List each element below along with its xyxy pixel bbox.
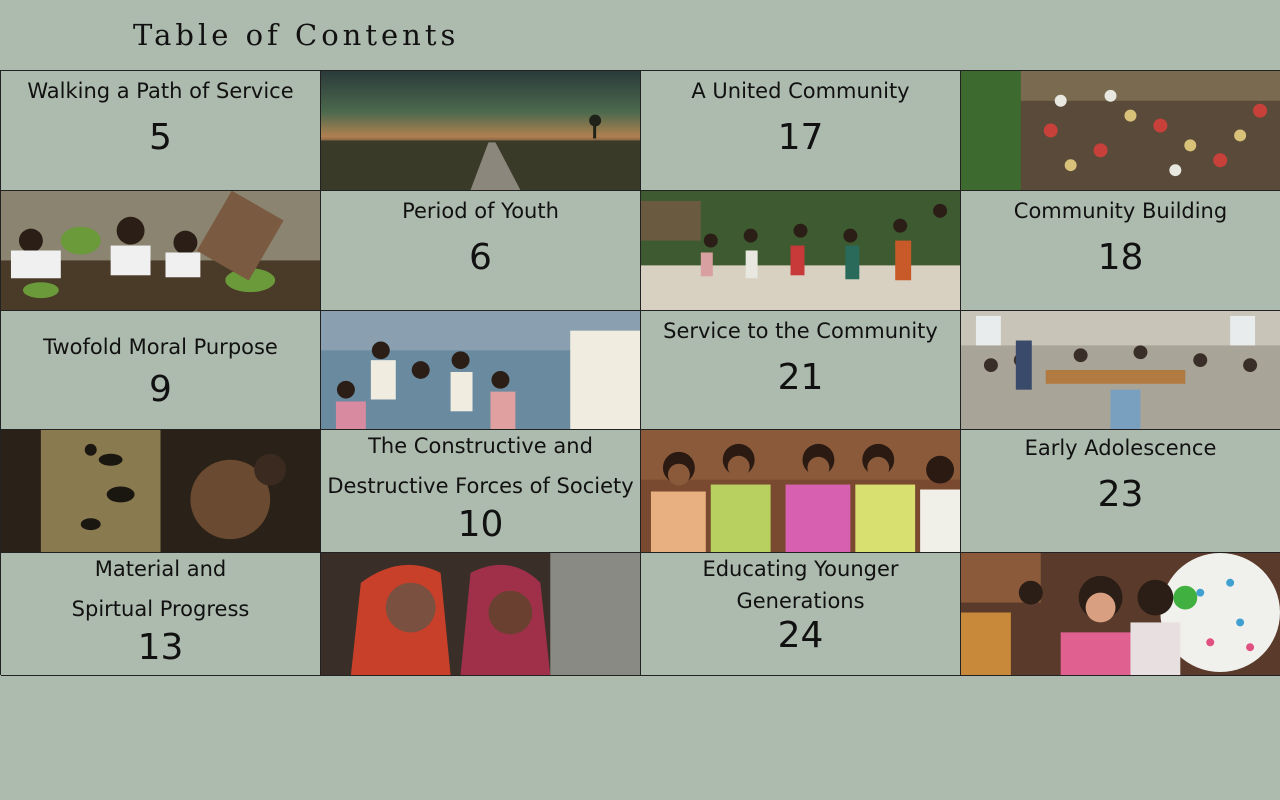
toc-entry-twofold-moral-purpose[interactable]: Twofold Moral Purpose 9 [1, 311, 321, 430]
photo-girls-smiling [641, 430, 961, 553]
photo-youth-gardening [1, 191, 321, 311]
toc-entry-page-number: 6 [469, 237, 492, 278]
photo-children-tug-of-war [641, 191, 961, 311]
toc-entry-title: A United Community [691, 79, 910, 103]
toc-entry-walking-a-path-of-service[interactable]: Walking a Path of Service 5 [1, 71, 321, 191]
photo-girls-studying [321, 553, 641, 676]
photo-night-sky-path [321, 71, 641, 191]
page-title: Table of Contents [133, 18, 460, 52]
toc-entry-a-united-community[interactable]: A United Community 17 [641, 71, 961, 191]
toc-entry-title: Walking a Path of Service [27, 79, 294, 103]
toc-entry-page-number: 17 [777, 117, 824, 158]
photo-community-meeting-hall [961, 311, 1280, 430]
toc-entry-title: Service to the Community [663, 319, 938, 343]
photo-children-drawing [961, 553, 1280, 676]
photo-community-gathering [961, 71, 1280, 191]
toc-entry-page-number: 24 [777, 615, 824, 656]
photo-shadow-puppets [1, 430, 321, 553]
toc-entry-title: Material and [94, 557, 227, 581]
toc-entry-title: Twofold Moral Purpose [43, 335, 278, 359]
photo-classroom-raised-hands [321, 311, 641, 430]
toc-entry-title: Community Building [1013, 199, 1228, 223]
toc-entry-service-to-the-community[interactable]: Service to the Community 21 [641, 311, 961, 430]
toc-entry-period-of-youth[interactable]: Period of Youth 6 [321, 191, 641, 311]
toc-entry-the-constructive-and-destructive-forces-of-society[interactable]: The Constructive and Destructive Forces … [321, 430, 641, 553]
toc-entry-early-adolescence[interactable]: Early Adolescence 23 [961, 430, 1280, 553]
toc-entry-page-number: 21 [777, 357, 824, 398]
toc-entry-title: Period of Youth [402, 199, 559, 223]
toc-entry-title: Early Adolescence [1024, 436, 1217, 460]
toc-entry-educating-younger-generations[interactable]: Educating Younger Generations 24 [641, 553, 961, 676]
toc-entry-material-and-spirtual-progress[interactable]: Material and Spirtual Progress 13 [1, 553, 321, 676]
toc-entry-page-number: 13 [137, 627, 184, 668]
toc-entry-community-building[interactable]: Community Building 18 [961, 191, 1280, 311]
toc-entry-page-number: 5 [149, 117, 172, 158]
toc-entry-page-number: 23 [1097, 474, 1144, 515]
toc-entry-page-number: 9 [149, 369, 172, 410]
toc-entry-title-line2: Destructive Forces of Society [327, 474, 634, 498]
toc-entry-title-line2: Spirtual Progress [71, 597, 250, 621]
toc-entry-page-number: 18 [1097, 237, 1144, 278]
toc-entry-title: Educating Younger [702, 557, 899, 581]
toc-entry-title: The Constructive and [368, 434, 593, 458]
toc-entry-page-number: 10 [457, 504, 504, 545]
toc-grid: Walking a Path of Service 5 A United Com… [0, 70, 1280, 676]
